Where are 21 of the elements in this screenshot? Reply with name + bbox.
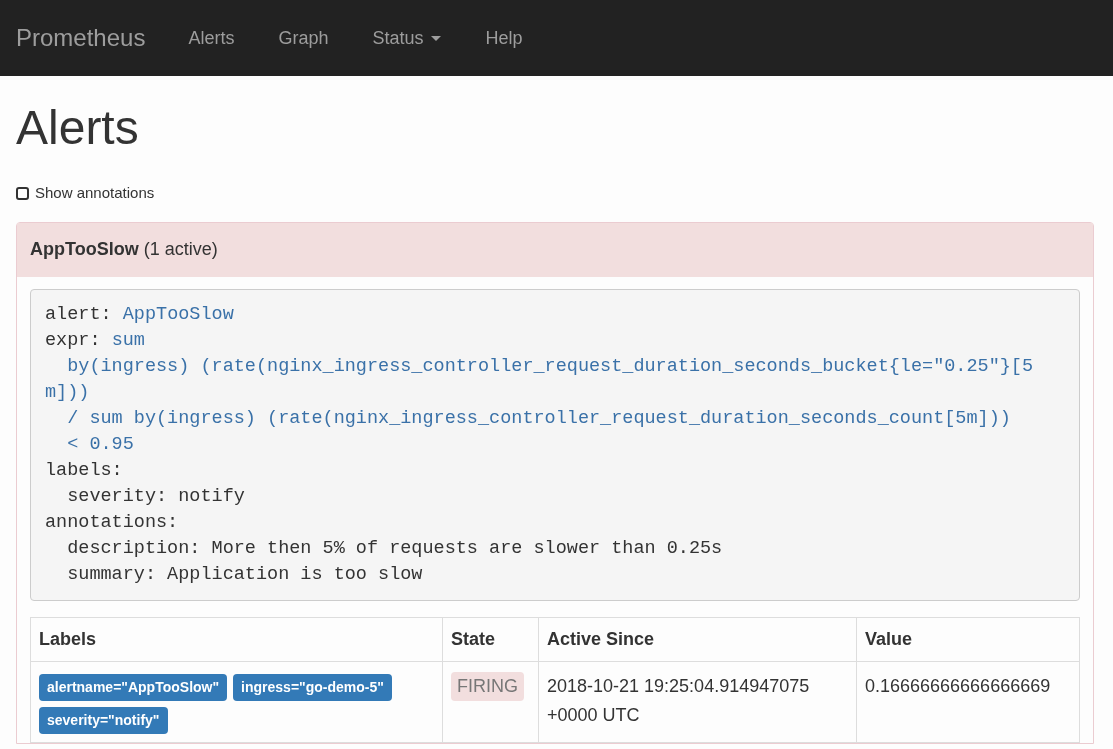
alert-name: AppTooSlow — [30, 238, 139, 261]
table-cell: 2018-10-21 19:25:04.914947075 +0000 UTC — [538, 661, 857, 742]
column-header: Active Since — [538, 617, 857, 661]
brand-link[interactable]: Prometheus — [16, 20, 146, 56]
column-header: Value — [856, 617, 1080, 661]
nav-link[interactable]: Status — [350, 24, 464, 52]
state-badge: FIRING — [451, 671, 524, 701]
column-header: State — [442, 617, 539, 661]
label-badge: ingress="go-demo-5" — [233, 673, 392, 701]
nav-link[interactable]: Graph — [256, 24, 351, 52]
active-count: (1 active) — [143, 238, 218, 261]
page-title: Alerts — [16, 104, 140, 152]
rule-definition: alert: AppTooSlow expr: sum by(ingress) (rate(nginx_ingress_controller_request_duration_seconds_bucket{le="0.25"}[5 m])) / sum by(ingress) (rate(nginx_ingress_controller_request_duration_seconds_count[5m])) < 0.95 labels: severity: notify annotations: description: More then 5% of requests are slower than 0.25s summary: Application is too slow — [30, 288, 1080, 601]
show-annotations-checkbox[interactable]: Show annotations — [16, 182, 1097, 205]
label-badge: alertname="AppTooSlow" — [39, 673, 228, 701]
label-badge: severity="notify" — [39, 706, 168, 734]
nav-link[interactable]: Alerts — [166, 24, 257, 52]
table-cell: 0.16666666666666669 — [856, 661, 1080, 742]
caret-icon — [431, 35, 442, 41]
nav-link[interactable]: Help — [463, 24, 545, 52]
column-header: Labels — [30, 617, 443, 661]
